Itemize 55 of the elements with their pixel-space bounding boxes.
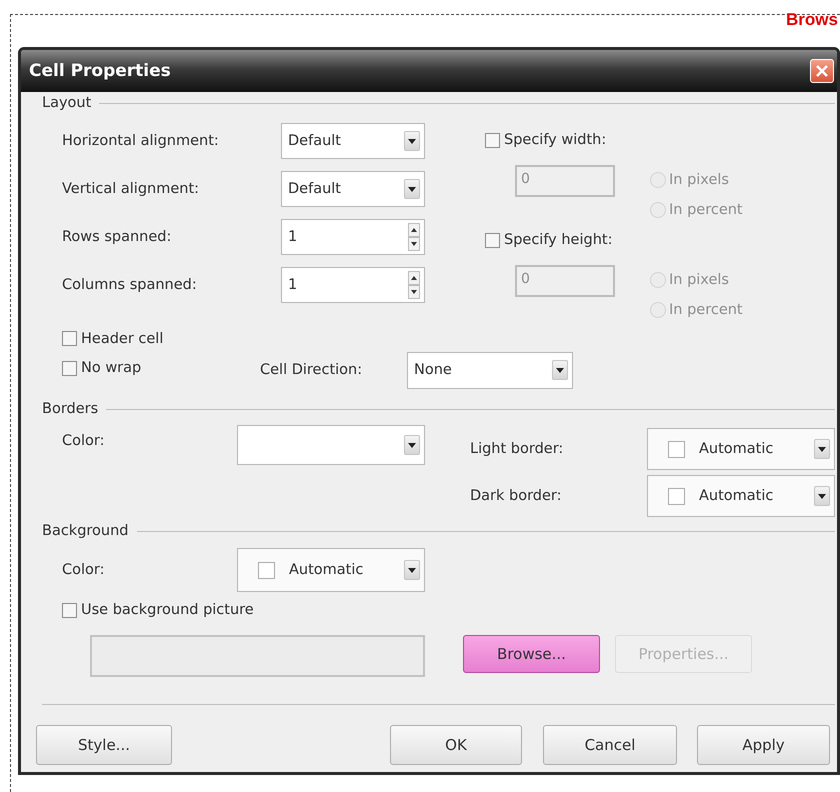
color-swatch: [668, 440, 685, 458]
color-dropdown[interactable]: Automatic: [647, 428, 835, 470]
spin-field[interactable]: 1: [281, 219, 425, 255]
window-title: Cell Properties: [29, 61, 171, 81]
cancel-button[interactable]: Cancel: [543, 725, 677, 765]
dropdown[interactable]: Default: [281, 123, 425, 159]
browse-button[interactable]: Browse...: [463, 635, 600, 673]
checkbox[interactable]: [62, 331, 77, 346]
radio-label: In pixels: [669, 272, 729, 288]
color-dropdown[interactable]: Automatic: [647, 475, 835, 517]
caret-icon: [404, 131, 420, 151]
field-label: Columns spanned:: [62, 277, 198, 293]
caret-icon: [404, 179, 420, 199]
radio-label: In pixels: [669, 172, 729, 188]
annotation-label: Brows: [786, 12, 838, 28]
field-label: Vertical alignment:: [62, 181, 200, 197]
spin-arrows-icon: [408, 271, 420, 299]
caret-icon: [814, 486, 830, 506]
field-label: Rows spanned:: [62, 229, 172, 245]
spin-arrows-icon: [408, 223, 420, 251]
field-label: Light border:: [470, 441, 564, 457]
field-label: Dark border:: [470, 488, 563, 504]
apply-button[interactable]: Apply: [697, 725, 830, 765]
dropdown[interactable]: [237, 425, 425, 465]
picture-path-field[interactable]: [90, 635, 425, 677]
dropdown[interactable]: Default: [281, 171, 425, 207]
checkbox-label: Header cell: [81, 330, 164, 346]
checkbox-label: Use background picture: [81, 602, 254, 618]
close-button[interactable]: [810, 59, 834, 83]
style-button[interactable]: Style...: [36, 725, 172, 765]
checkbox-label: Specify width:: [504, 132, 606, 148]
checkbox[interactable]: [62, 602, 77, 618]
checkbox-label: No wrap: [81, 360, 142, 376]
checkbox-label: Specify height:: [504, 232, 612, 248]
close-icon: [815, 64, 829, 78]
color-dropdown[interactable]: Automatic: [237, 548, 425, 592]
section-title: Borders: [42, 401, 98, 417]
color-swatch: [258, 562, 275, 578]
spin-field[interactable]: 1: [281, 267, 425, 303]
field-label: Color:: [62, 432, 106, 451]
field-label: Cell Direction:: [260, 362, 364, 378]
caret-icon: [552, 360, 568, 380]
color-swatch: [668, 488, 685, 504]
field-label: Color:: [62, 562, 106, 578]
radio-label: In percent: [669, 302, 743, 318]
dropdown[interactable]: None: [407, 352, 573, 388]
caret-icon: [404, 560, 420, 580]
field-label: Horizontal alignment:: [62, 133, 220, 149]
caret-icon: [404, 435, 420, 455]
radio-label: In percent: [669, 202, 743, 218]
section-title: Background: [42, 523, 129, 539]
ok-button[interactable]: OK: [390, 725, 522, 765]
caret-icon: [814, 439, 830, 459]
section-title: Layout: [42, 95, 92, 111]
checkbox[interactable]: [62, 360, 77, 376]
